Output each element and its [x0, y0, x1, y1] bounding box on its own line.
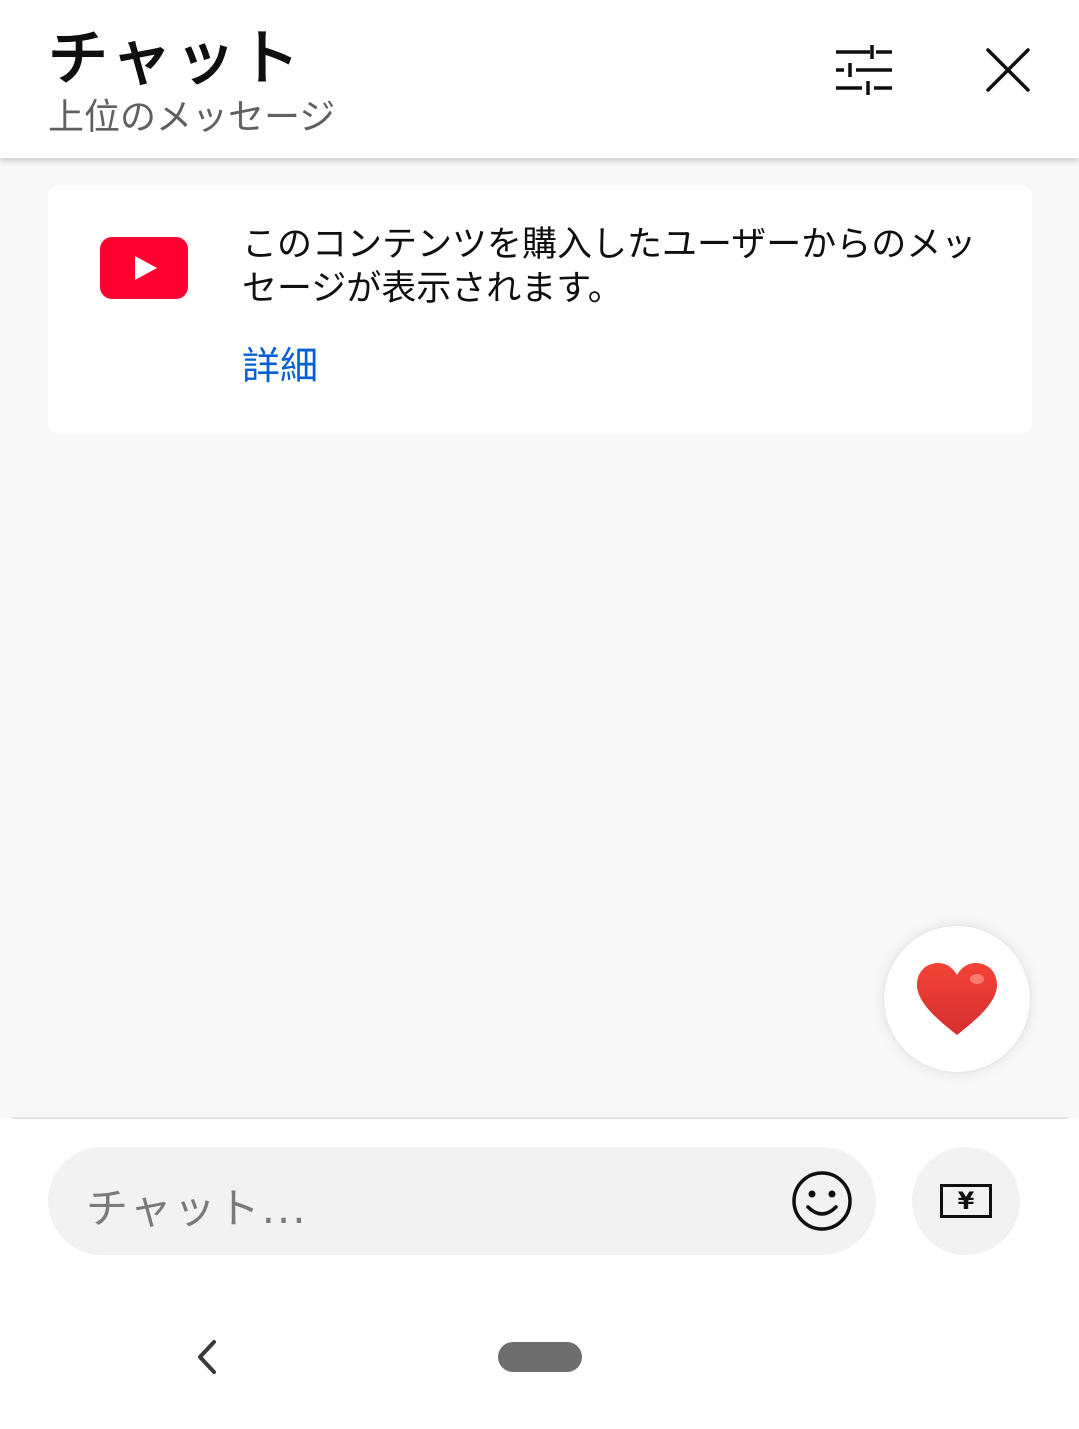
learn-more-link[interactable]: 詳細 — [242, 335, 318, 390]
notice-text: このコンテンツを購入したユーザーからのメッセージが表示されます。 — [242, 225, 977, 309]
youtube-logo — [100, 237, 188, 299]
chat-mode-selector[interactable]: 上位のメッセージ — [48, 88, 335, 140]
heart-icon — [917, 963, 997, 1035]
home-pill-icon[interactable] — [498, 1342, 582, 1372]
tune-sliders-icon — [836, 45, 892, 95]
yen-symbol: ¥ — [957, 1187, 975, 1215]
yen-icon: ¥ — [940, 1184, 992, 1218]
chat-input-placeholder: チャット... — [86, 1184, 308, 1233]
chat-input[interactable]: チャット... — [48, 1147, 876, 1255]
filter-button[interactable] — [826, 34, 902, 106]
super-chat-button[interactable]: ¥ — [912, 1147, 1020, 1255]
members-notice-card: このコンテンツを購入したユーザーからのメッセージが表示されます。 詳細 — [48, 185, 1032, 434]
smiley-face-icon[interactable] — [790, 1169, 854, 1233]
input-divider — [12, 1117, 1068, 1119]
close-button[interactable] — [972, 34, 1044, 106]
heart-reaction-button[interactable] — [884, 926, 1030, 1072]
close-icon — [986, 48, 1030, 92]
chevron-left-icon[interactable] — [190, 1336, 226, 1378]
page-title: チャット — [48, 24, 304, 94]
chat-header: チャット 上位のメッセージ — [0, 0, 1079, 158]
